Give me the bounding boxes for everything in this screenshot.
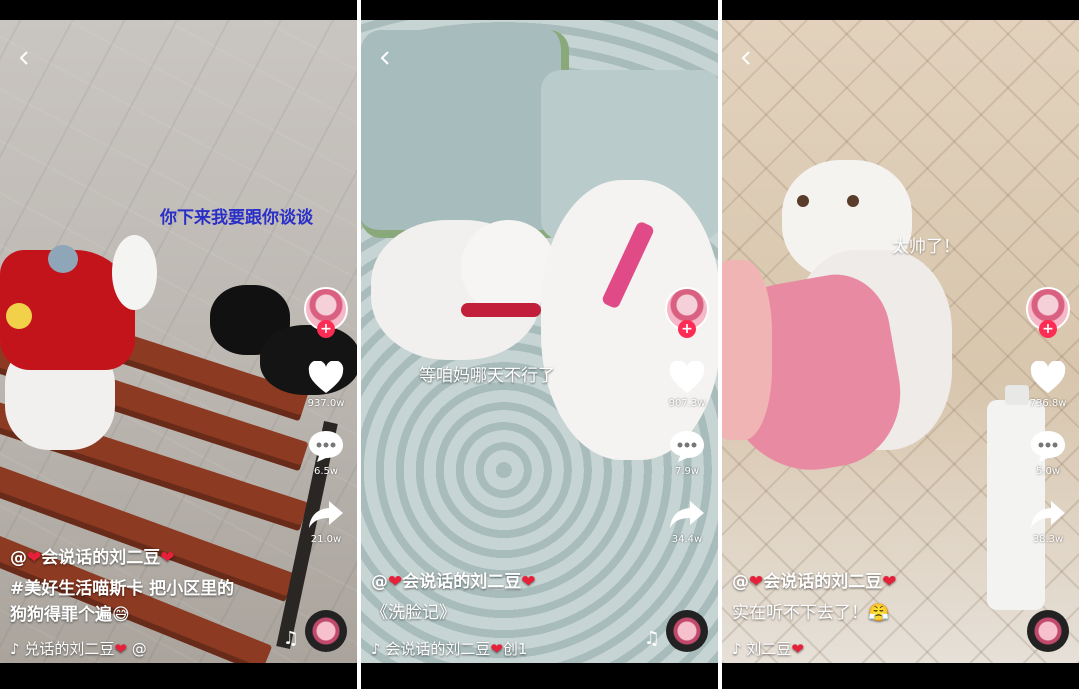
comment-count: 6.5w [313, 466, 339, 477]
music-disc[interactable] [305, 610, 347, 652]
bottom-bar [361, 663, 718, 689]
plus-icon[interactable]: + [678, 320, 696, 338]
heart-icon[interactable] [307, 361, 345, 395]
share-count: 34.4w [671, 534, 703, 545]
creator-name[interactable]: @❤会说话的刘二豆❤ [732, 570, 897, 595]
music-disc[interactable] [666, 610, 708, 652]
status-bar [0, 0, 357, 20]
music-credit[interactable]: ♪ 刘二豆❤ [732, 638, 804, 659]
creator-name[interactable]: @❤会说话的刘二豆❤ [10, 546, 175, 571]
chevron-left-icon[interactable] [738, 50, 754, 66]
music-note-icon: ♫ [643, 628, 660, 649]
share-count: 21.0w [310, 534, 342, 545]
video-description-line2: 狗狗得罪个遍😅 [10, 605, 130, 625]
music-credit[interactable]: ♪ 会说话的刘二豆❤创1 [371, 638, 527, 659]
video-overlay-text: 你下来我要跟你谈谈 [160, 208, 313, 228]
share-icon[interactable] [307, 497, 345, 531]
bottom-bar [722, 663, 1079, 689]
share-icon[interactable] [668, 497, 706, 531]
action-sidebar: + 907.3w 7.9w 34.4w [662, 287, 712, 545]
video-description: #美好生活喵斯卡 把小区里的 [10, 579, 235, 599]
comment-count: 7.9w [674, 466, 700, 477]
heart-emoji: ❤ [388, 572, 403, 592]
heart-emoji: ❤ [521, 572, 536, 592]
action-sidebar: + 937.0w 6.5w 21.0w [301, 287, 351, 545]
creator-avatar[interactable]: + [665, 287, 709, 338]
comment-icon[interactable] [1029, 429, 1067, 463]
heart-icon[interactable] [1029, 361, 1067, 395]
comment-icon[interactable] [668, 429, 706, 463]
video-overlay-text: 等咱妈哪天不行了 [419, 366, 555, 386]
creator-avatar[interactable]: + [304, 287, 348, 338]
music-credit[interactable]: ♪ 兑话的刘二豆❤ @ [10, 638, 147, 659]
video-description: 实在听不下去了！😤 [732, 603, 890, 623]
chevron-left-icon[interactable] [16, 50, 32, 66]
like-count: 736.8w [1029, 398, 1067, 409]
video-overlay-text: 太帅了！ [892, 237, 960, 257]
creator-name[interactable]: @❤会说话的刘二豆❤ [371, 570, 536, 595]
hashtag-link[interactable]: #美好生活喵斯卡 [10, 579, 143, 599]
action-sidebar: + 736.8w 5.0w 38.3w [1023, 287, 1073, 545]
share-count: 38.3w [1032, 534, 1064, 545]
comment-count: 5.0w [1035, 466, 1061, 477]
like-count: 937.0w [307, 398, 345, 409]
creator-avatar[interactable]: + [1026, 287, 1070, 338]
status-bar [722, 0, 1079, 20]
heart-emoji: ❤ [160, 548, 175, 568]
share-icon[interactable] [1029, 497, 1067, 531]
video-panel-3[interactable]: 太帅了！ + 736.8w 5.0w 38.3w @❤会说话的刘二豆❤ 实在听不… [722, 0, 1079, 689]
heart-emoji: ❤ [882, 572, 897, 592]
video-panel-2[interactable]: 等咱妈哪天不行了 + 907.3w 7.9w 34.4w @❤会说话的刘二豆❤ … [361, 0, 718, 689]
chevron-left-icon[interactable] [377, 50, 393, 66]
status-bar [361, 0, 718, 20]
plus-icon[interactable]: + [317, 320, 335, 338]
plus-icon[interactable]: + [1039, 320, 1057, 338]
music-disc[interactable] [1027, 610, 1069, 652]
music-note-icon: ♫ [282, 628, 299, 649]
comment-icon[interactable] [307, 429, 345, 463]
heart-emoji: ❤ [27, 548, 42, 568]
heart-emoji: ❤ [749, 572, 764, 592]
like-count: 907.3w [668, 398, 706, 409]
bottom-bar [0, 663, 357, 689]
video-title: 《洗脸记》 [371, 603, 456, 623]
video-panel-1[interactable]: 你下来我要跟你谈谈 + 937.0w 6.5w 21.0w @❤会说话的刘二豆❤… [0, 0, 357, 689]
heart-icon[interactable] [668, 361, 706, 395]
